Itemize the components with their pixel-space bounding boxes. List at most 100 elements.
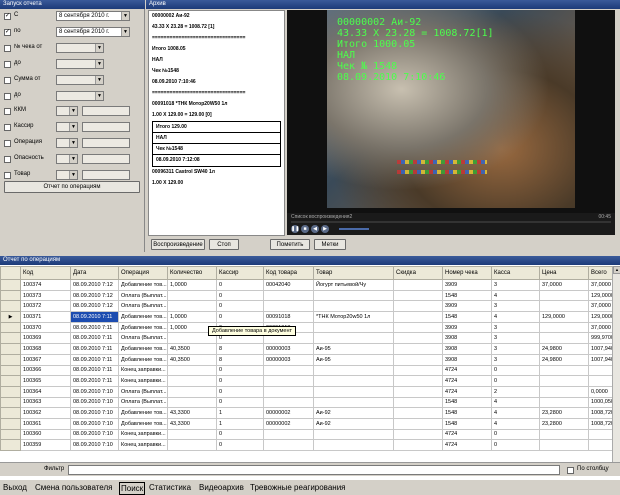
table-cell[interactable]: Оплата (Выплат... [118,300,168,313]
table-cell[interactable]: 100364 [20,385,71,398]
filter-input-secondary[interactable] [82,122,130,133]
table-cell[interactable]: 0 [216,311,264,323]
table-cell[interactable]: 00042040 [263,279,314,291]
filter-input[interactable]: 8 сентября 2010 г. ▼ [56,26,130,37]
filter-checkbox[interactable] [4,124,11,132]
row-indicator[interactable] [0,289,21,302]
table-cell[interactable]: 4724 [442,439,492,451]
table-cell[interactable]: 00000002 [263,407,314,419]
table-row[interactable]: ▶ 100371 08.09.2010 7:11 Добавление тов... 1… [0,311,613,323]
table-cell[interactable] [263,375,314,387]
table-cell[interactable]: Оплата (Выплат... [118,289,168,302]
table-cell[interactable] [539,375,589,387]
table-cell[interactable]: 00000002 [263,417,314,430]
table-cell[interactable]: 40,3500 [167,353,217,366]
column-header[interactable]: Цена [539,266,589,280]
table-cell[interactable]: 0 [216,428,264,441]
chevron-down-icon[interactable]: ▼ [121,12,129,20]
filter-checkbox[interactable] [4,140,11,148]
table-cell[interactable]: 3908 [442,353,492,366]
table-cell[interactable]: 100371 [20,311,71,323]
table-cell[interactable] [167,375,217,387]
chevron-down-icon[interactable]: ▼ [69,139,77,148]
table-cell[interactable] [588,428,613,441]
table-cell[interactable]: 0 [491,439,540,451]
table-cell[interactable]: 3 [491,353,540,366]
row-indicator[interactable] [0,439,21,451]
table-cell[interactable]: 08.09.2010 7:11 [70,343,119,355]
table-row[interactable]: 100364 08.09.2010 7:10 Оплата (Выплат... 0 4… [0,385,613,398]
table-cell[interactable] [263,289,314,302]
table-cell[interactable] [588,375,613,387]
column-header[interactable]: Количество [167,266,217,280]
table-row[interactable]: 100362 08.09.2010 7:10 Добавление тов... 43… [0,407,613,419]
table-cell[interactable]: 0 [491,428,540,441]
table-cell[interactable]: Конец заправки... [118,428,168,441]
table-cell[interactable] [263,396,314,409]
table-cell[interactable]: Добавление тов... [118,353,168,366]
table-row[interactable]: 100366 08.09.2010 7:11 Конец заправки... 0 4… [0,364,613,377]
table-cell[interactable]: 100369 [20,332,71,345]
table-cell[interactable]: *ТНК Мотор20w50 1л [313,311,394,323]
table-row[interactable]: 100373 08.09.2010 7:12 Оплата (Выплат... 0 1… [0,289,613,302]
filter-input[interactable]: 8 сентября 2010 г. ▼ [56,11,130,21]
table-cell[interactable] [313,396,394,409]
table-cell[interactable] [313,289,394,302]
table-row[interactable]: 100368 08.09.2010 7:11 Добавление тов... 40… [0,343,613,355]
filter-checkbox[interactable] [4,156,11,164]
table-cell[interactable]: 00000003 [263,343,314,355]
chevron-down-icon[interactable]: ▼ [95,43,103,52]
filter-checkbox[interactable] [4,92,11,100]
table-cell[interactable]: 1 [216,417,264,430]
menu-exit[interactable]: Выход [3,482,27,493]
table-cell[interactable]: 100370 [20,321,71,334]
column-header[interactable]: Кассир [216,266,264,280]
table-cell[interactable] [393,289,443,302]
table-cell[interactable]: Йогурт питьевой/Чу [313,279,394,291]
column-header[interactable]: Касса [491,266,540,280]
chevron-down-icon[interactable]: ▼ [95,91,103,100]
table-cell[interactable]: 23,2800 [539,417,589,430]
column-header[interactable]: Код [20,266,71,280]
menu-alarm-responses[interactable]: Тревожные реагирования [250,482,346,493]
table-cell[interactable] [313,428,394,441]
table-cell[interactable] [167,300,217,313]
filter-input[interactable]: ▼ [56,170,78,180]
table-cell[interactable] [263,439,314,451]
table-cell[interactable]: 08.09.2010 7:11 [70,321,119,334]
row-indicator[interactable] [0,417,21,430]
table-cell[interactable] [393,343,443,355]
table-cell[interactable]: 0 [216,289,264,302]
table-cell[interactable] [539,396,589,409]
table-cell[interactable] [393,321,443,334]
table-cell[interactable]: 0 [216,439,264,451]
row-indicator[interactable] [0,279,21,291]
table-cell[interactable]: 1548 [442,407,492,419]
table-row[interactable]: 100361 08.09.2010 7:10 Добавление тов... 43… [0,417,613,430]
row-indicator[interactable] [0,407,21,419]
table-cell[interactable]: 1548 [442,311,492,323]
table-row[interactable]: 100367 08.09.2010 7:11 Добавление тов... 40… [0,353,613,366]
filter-input-secondary[interactable] [82,170,130,180]
mark-button[interactable]: Пометить [270,239,310,250]
filter-input[interactable]: ▼ [56,90,104,101]
by-column-checkbox[interactable] [567,467,574,474]
menu-statistics[interactable]: Статистика [149,482,191,493]
table-cell[interactable] [588,364,613,377]
table-cell[interactable]: 100373 [20,289,71,302]
table-cell[interactable]: 24,9800 [539,353,589,366]
table-cell[interactable]: Конец заправки... [118,375,168,387]
table-row[interactable]: 100365 08.09.2010 7:11 Конец заправки... 0 4… [0,375,613,387]
table-cell[interactable]: 08.09.2010 7:11 [70,332,119,345]
table-cell[interactable] [393,332,443,345]
table-cell[interactable]: 100360 [20,428,71,441]
table-cell[interactable]: 08.09.2010 7:10 [70,439,119,451]
table-cell[interactable]: 1,0000 [167,311,217,323]
table-cell[interactable]: 100372 [20,300,71,313]
table-cell[interactable] [539,332,589,345]
chevron-down-icon[interactable]: ▼ [69,171,77,179]
table-cell[interactable]: 08.09.2010 7:10 [70,407,119,419]
table-cell[interactable]: 4 [491,417,540,430]
table-cell[interactable]: 1008,7200 [588,407,613,419]
table-cell[interactable]: 129,0000 [588,289,613,302]
